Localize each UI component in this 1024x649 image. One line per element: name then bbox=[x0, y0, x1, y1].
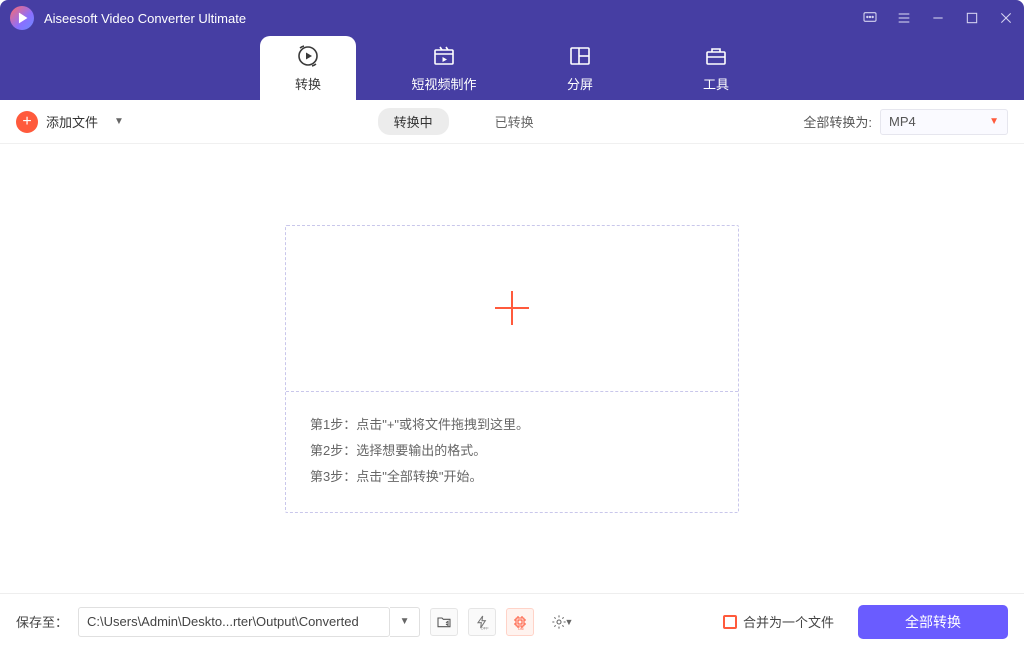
instruction-steps: 第1步：点击"+"或将文件拖拽到这里。 第2步：选择想要输出的格式。 第3步：点… bbox=[286, 392, 738, 512]
feedback-icon[interactable] bbox=[862, 10, 878, 26]
convert-icon bbox=[296, 44, 320, 68]
toolbox-icon bbox=[704, 44, 728, 68]
add-file-label: 添加文件 bbox=[46, 112, 98, 131]
app-logo bbox=[10, 6, 34, 30]
tab-mv[interactable]: 短视频制作 bbox=[396, 36, 492, 100]
lightning-icon: OFF bbox=[474, 614, 490, 630]
tab-mv-label: 短视频制作 bbox=[411, 74, 476, 93]
chip-icon: ON bbox=[512, 614, 528, 630]
chevron-down-icon: ▼ bbox=[989, 116, 999, 127]
folder-icon bbox=[436, 614, 452, 630]
tab-toolbox[interactable]: 工具 bbox=[668, 36, 764, 100]
merge-label: 合并为一个文件 bbox=[743, 612, 834, 631]
main-content: 第1步：点击"+"或将文件拖拽到这里。 第2步：选择想要输出的格式。 第3步：点… bbox=[0, 144, 1024, 593]
output-path-text: C:\Users\Admin\Deskto...rter\Output\Conv… bbox=[87, 614, 359, 629]
chevron-down-icon: ▼ bbox=[565, 617, 574, 627]
minimize-icon[interactable] bbox=[930, 10, 946, 26]
format-value: MP4 bbox=[889, 114, 916, 129]
tab-collage[interactable]: 分屏 bbox=[532, 36, 628, 100]
dropzone: 第1步：点击"+"或将文件拖拽到这里。 第2步：选择想要输出的格式。 第3步：点… bbox=[285, 225, 739, 513]
step-1: 第1步：点击"+"或将文件拖拽到这里。 bbox=[310, 412, 714, 438]
svg-text:OFF: OFF bbox=[481, 625, 490, 630]
close-icon[interactable] bbox=[998, 10, 1014, 26]
chevron-down-icon[interactable]: ▼ bbox=[114, 116, 124, 127]
tab-toolbox-label: 工具 bbox=[703, 74, 729, 93]
hardware-accel-button[interactable]: OFF bbox=[468, 608, 496, 636]
bottombar: 保存至： C:\Users\Admin\Deskto...rter\Output… bbox=[0, 593, 1024, 649]
app-window: Aiseesoft Video Converter Ultimate 转换 短视… bbox=[0, 0, 1024, 649]
toolbar: + 添加文件 ▼ 转换中 已转换 全部转换为: MP4 ▼ bbox=[0, 100, 1024, 144]
step-3: 第3步：点击"全部转换"开始。 bbox=[310, 464, 714, 490]
mv-icon bbox=[432, 44, 456, 68]
gpu-button[interactable]: ON bbox=[506, 608, 534, 636]
app-title: Aiseesoft Video Converter Ultimate bbox=[44, 11, 862, 26]
menu-icon[interactable] bbox=[896, 10, 912, 26]
tab-convert-label: 转换 bbox=[295, 74, 321, 93]
plus-circle-icon: + bbox=[16, 111, 38, 133]
window-controls bbox=[862, 10, 1014, 26]
settings-button[interactable]: ▼ bbox=[544, 608, 580, 636]
open-folder-button[interactable] bbox=[430, 608, 458, 636]
maximize-icon[interactable] bbox=[964, 10, 980, 26]
format-dropdown[interactable]: MP4 ▼ bbox=[880, 109, 1008, 135]
output-path-dropdown[interactable]: ▼ bbox=[390, 607, 420, 637]
dropzone-add-area[interactable] bbox=[286, 226, 738, 392]
titlebar: Aiseesoft Video Converter Ultimate bbox=[0, 0, 1024, 36]
tab-converted[interactable]: 已转换 bbox=[479, 108, 550, 135]
step-2: 第2步：选择想要输出的格式。 bbox=[310, 438, 714, 464]
merge-checkbox[interactable]: 合并为一个文件 bbox=[723, 612, 834, 631]
status-tabs: 转换中 已转换 bbox=[124, 108, 803, 135]
collage-icon bbox=[568, 44, 592, 68]
plus-icon bbox=[489, 285, 535, 331]
convert-all-to: 全部转换为: MP4 ▼ bbox=[803, 109, 1008, 135]
tab-convert[interactable]: 转换 bbox=[260, 36, 356, 100]
convert-all-label: 全部转换为: bbox=[803, 112, 872, 131]
tab-converting[interactable]: 转换中 bbox=[378, 108, 449, 135]
svg-text:ON: ON bbox=[518, 627, 524, 630]
save-to-label: 保存至： bbox=[16, 612, 68, 631]
top-tabs: 转换 短视频制作 分屏 工具 bbox=[0, 36, 1024, 100]
add-file-button[interactable]: + 添加文件 ▼ bbox=[16, 111, 124, 133]
tab-collage-label: 分屏 bbox=[567, 74, 593, 93]
convert-all-button-label: 全部转换 bbox=[905, 612, 961, 632]
output-path[interactable]: C:\Users\Admin\Deskto...rter\Output\Conv… bbox=[78, 607, 390, 637]
checkbox-icon bbox=[723, 615, 737, 629]
convert-all-button[interactable]: 全部转换 bbox=[858, 605, 1008, 639]
